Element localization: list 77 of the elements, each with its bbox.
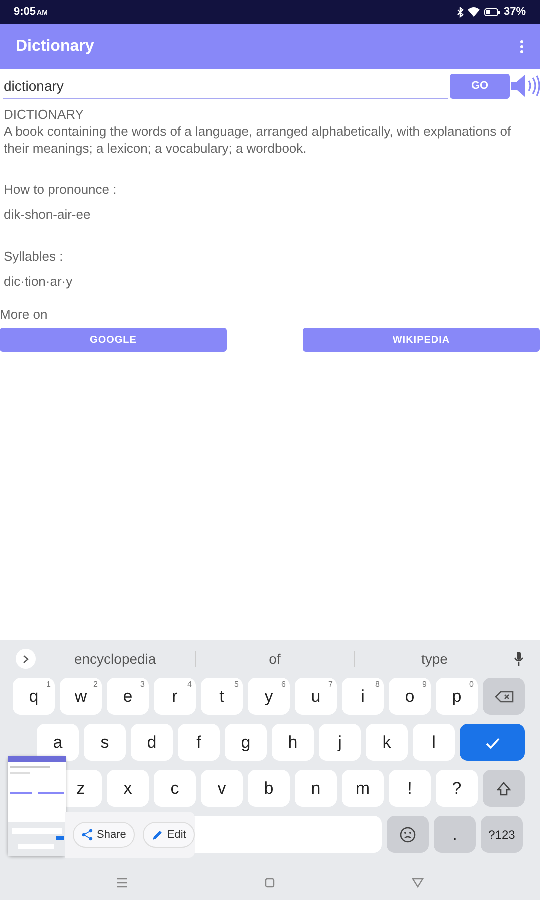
backspace-icon — [494, 690, 514, 704]
pronunciation: dik-shon-air-ee — [4, 206, 92, 224]
key[interactable]: a — [37, 724, 79, 761]
suggestion[interactable]: encyclopedia — [36, 648, 195, 670]
key-hint: 4 — [188, 679, 192, 691]
suggestion[interactable]: type — [355, 648, 514, 670]
key[interactable]: u 7 — [295, 678, 337, 715]
expand-button[interactable] — [16, 649, 36, 669]
key[interactable]: h — [272, 724, 314, 761]
key[interactable]: b — [248, 770, 290, 807]
key[interactable]: q 1 — [13, 678, 55, 715]
key[interactable]: j — [319, 724, 361, 761]
key-hint: 2 — [94, 679, 98, 691]
search-field[interactable]: dictionary — [3, 73, 448, 99]
key[interactable]: y 6 — [248, 678, 290, 715]
share-icon — [82, 829, 93, 841]
suggestion[interactable]: of — [196, 648, 354, 670]
microphone-icon[interactable] — [514, 652, 524, 666]
speaker-icon[interactable] — [510, 73, 540, 99]
back-icon[interactable] — [412, 878, 424, 888]
key[interactable]: v — [201, 770, 243, 807]
more-menu-icon[interactable] — [520, 40, 524, 54]
clock-time: 9:05 — [14, 6, 36, 18]
share-button[interactable]: Share — [73, 822, 136, 848]
key-hint: 3 — [140, 679, 145, 691]
key[interactable]: s — [84, 724, 126, 761]
syllables-label: Syllables : — [4, 249, 64, 266]
pronounce-label: How to pronounce : — [4, 182, 118, 199]
key-hint: 9 — [422, 679, 427, 691]
key[interactable]: n — [295, 770, 337, 807]
battery-icon — [484, 8, 500, 16]
chevron-icon — [23, 654, 29, 664]
edit-button[interactable]: Edit — [143, 822, 196, 848]
headword: DICTIONARY — [4, 107, 85, 124]
syllables: dic·tion·ar·y — [4, 274, 74, 292]
backspace-key[interactable] — [483, 678, 525, 715]
shift-icon — [497, 782, 511, 796]
smiley-icon — [400, 827, 416, 844]
key-hint: 5 — [234, 679, 239, 691]
key[interactable]: g — [225, 724, 267, 761]
app-title: Dictionary — [16, 36, 94, 56]
key-hint: 8 — [376, 679, 380, 691]
key[interactable]: ! — [389, 770, 431, 807]
key[interactable]: f — [178, 724, 220, 761]
key[interactable]: r 4 — [154, 678, 196, 715]
battery-percent: 37% — [504, 4, 526, 20]
definition: A book containing the words of a language, arranged alphabetically, with explanations of their meanings; a lexicon; a vocabulary; a wordbook. — [4, 124, 512, 158]
key[interactable]: d — [131, 724, 173, 761]
key[interactable]: i 8 — [342, 678, 384, 715]
enter-key[interactable] — [460, 724, 525, 761]
key[interactable]: c — [154, 770, 196, 807]
more-on-label: More on — [0, 307, 49, 324]
home-icon[interactable] — [264, 878, 275, 888]
key-hint: 0 — [470, 679, 474, 691]
screenshot-preview-toast[interactable] — [8, 756, 66, 856]
key[interactable]: t 5 — [201, 678, 243, 715]
key[interactable]: e 3 — [107, 678, 149, 715]
shift-key[interactable] — [483, 770, 525, 807]
emoji-key[interactable] — [387, 816, 429, 853]
bluetooth-icon — [456, 6, 464, 18]
key[interactable]: l — [413, 724, 455, 761]
checkmark-icon — [486, 736, 500, 750]
key[interactable]: ? — [436, 770, 478, 807]
pencil-icon — [152, 829, 164, 841]
wifi-icon — [468, 7, 480, 17]
key-hint: 7 — [328, 679, 333, 691]
key[interactable]: x — [107, 770, 149, 807]
key[interactable]: p 0 — [436, 678, 478, 715]
key-hint: 6 — [282, 679, 286, 691]
key[interactable]: k — [366, 724, 408, 761]
key-hint: 1 — [46, 679, 51, 691]
key[interactable]: o 9 — [389, 678, 431, 715]
key[interactable]: m — [342, 770, 384, 807]
key[interactable]: . — [434, 816, 476, 853]
key[interactable]: ?123 — [481, 816, 523, 853]
recents-icon[interactable] — [116, 878, 128, 888]
key[interactable]: w 2 — [60, 678, 102, 715]
